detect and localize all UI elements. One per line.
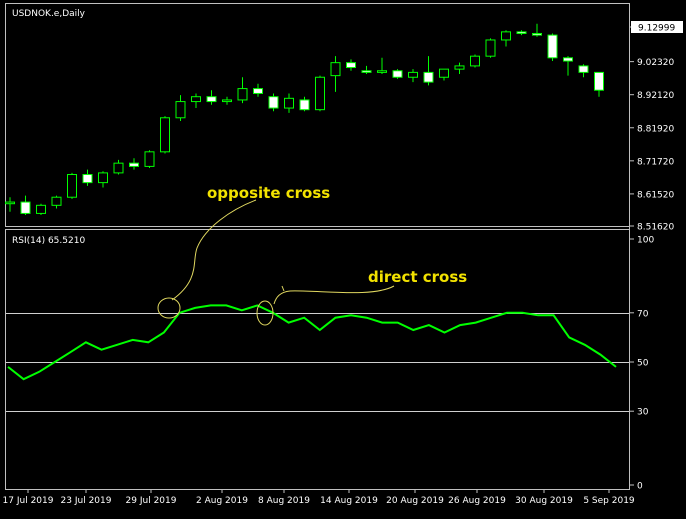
candle-bull — [454, 65, 465, 70]
candle-bear — [563, 57, 573, 62]
candle-bull — [439, 68, 449, 78]
candle-bull — [191, 96, 201, 103]
candle-bear — [346, 62, 356, 69]
chart-canvas[interactable]: 9.02320 8.92120 8.81920 8.71720 8.61520 8.516… — [0, 0, 686, 519]
cross-circle — [157, 297, 181, 319]
candle-bear — [547, 34, 558, 59]
candle-bull — [113, 162, 124, 174]
annotation-tick — [281, 285, 285, 292]
candle-bull — [315, 76, 325, 111]
annotation-curve — [171, 199, 257, 301]
candle-bear — [82, 174, 93, 184]
candle-bull — [98, 172, 108, 184]
candle-bear — [392, 70, 403, 78]
current-price-text: 9.12999 — [638, 24, 675, 34]
symbol-label: USDNOK.e,Daily — [12, 9, 86, 19]
price-tick-label: 8.71720 — [637, 157, 674, 167]
date-tick-label: 2 Aug 2019 — [196, 496, 248, 506]
current-price-marker: 9.12999 — [631, 21, 683, 34]
price-tick-label: 8.81920 — [637, 124, 674, 134]
candle-bull — [237, 88, 248, 101]
candle-bear — [253, 88, 263, 94]
candle-bull — [5, 201, 15, 205]
candle-bear — [594, 71, 604, 91]
candle-bull — [144, 151, 155, 167]
candle-bear — [299, 99, 310, 111]
price-tick-label: 8.92120 — [637, 91, 674, 101]
price-tick-label: 8.61520 — [637, 190, 674, 200]
candle-bull — [160, 117, 170, 153]
rsi-tick-label: 70 — [637, 309, 649, 319]
mt4-chart-window: 9.02320 8.92120 8.81920 8.71720 8.61520 8.516… — [0, 0, 686, 519]
date-tick-label: 14 Aug 2019 — [320, 496, 378, 506]
candle-bear — [206, 96, 217, 103]
annotation-curve — [273, 285, 395, 305]
rsi-tick-label: 0 — [637, 482, 643, 492]
rsi-line — [7, 304, 617, 381]
date-tick-label: 5 Sep 2019 — [583, 496, 635, 506]
candle-bear — [268, 96, 279, 109]
rsi-axis: 100 70 50 30 0 — [629, 236, 654, 492]
rsi-tick-label: 50 — [637, 359, 649, 369]
date-tick-label: 20 Aug 2019 — [386, 496, 444, 506]
date-tick-label: 29 Jul 2019 — [126, 496, 177, 506]
candle-bull — [470, 55, 480, 67]
rsi-tick-label: 100 — [637, 236, 654, 246]
candle-bull — [175, 101, 186, 119]
price-tick-label: 9.02320 — [637, 58, 674, 68]
price-tick-label: 8.51620 — [637, 223, 674, 233]
annotation-text: opposite cross — [207, 184, 330, 202]
rsi-tick-label: 30 — [637, 408, 649, 418]
candle-bull — [485, 39, 496, 57]
date-tick-label: 26 Aug 2019 — [448, 496, 506, 506]
candle-bear — [532, 32, 542, 36]
date-tick-label: 8 Aug 2019 — [258, 496, 310, 506]
candle-bear — [361, 70, 372, 73]
candle-bull — [377, 70, 387, 73]
date-tick-label: 30 Aug 2019 — [515, 496, 573, 506]
candle-bull — [36, 204, 46, 214]
candle-bear — [20, 201, 31, 214]
date-axis: 17 Jul 2019 23 Jul 2019 29 Jul 2019 2 Aug 2… — [3, 489, 635, 506]
candle-bull — [284, 97, 294, 109]
rsi-label: RSI(14) 65.5210 — [12, 236, 85, 246]
annotation-text: direct cross — [368, 268, 467, 286]
candle-bear — [516, 31, 527, 34]
candle-bear — [578, 65, 589, 73]
candle-bull — [67, 174, 77, 198]
price-axis: 9.02320 8.92120 8.81920 8.71720 8.61520 8.516… — [629, 26, 674, 233]
candle-bull — [330, 62, 341, 77]
candle-bear — [129, 162, 139, 167]
rsi-line-group — [7, 304, 617, 381]
candle-bear — [423, 71, 434, 83]
candle-bull — [408, 71, 418, 78]
candle-bull — [501, 31, 511, 41]
rsi-pane-frame — [5, 229, 630, 490]
annotation-opposite-cross: opposite cross — [157, 184, 330, 319]
date-tick-label: 17 Jul 2019 — [3, 496, 54, 506]
candle-bull — [51, 196, 62, 206]
candle-bull — [222, 99, 232, 103]
date-tick-label: 23 Jul 2019 — [61, 496, 112, 506]
